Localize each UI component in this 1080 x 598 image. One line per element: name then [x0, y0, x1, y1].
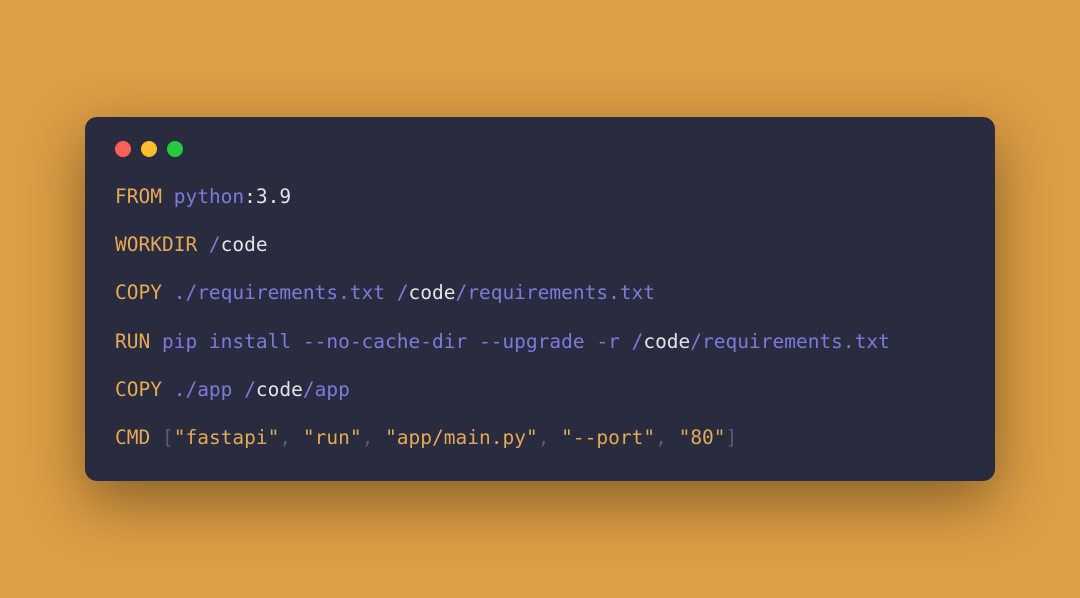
- code-token: code: [221, 233, 268, 256]
- code-token: FROM: [115, 185, 162, 208]
- code-token: 3.9: [256, 185, 291, 208]
- code-token: ]: [726, 426, 738, 449]
- code-token: [: [150, 426, 173, 449]
- code-token: WORKDIR: [115, 233, 197, 256]
- code-token: "run": [303, 426, 362, 449]
- code-token: "app/main.py": [385, 426, 538, 449]
- code-token: CMD: [115, 426, 150, 449]
- close-icon[interactable]: [115, 141, 131, 157]
- code-token: /app: [303, 378, 350, 401]
- code-token: /requirements.txt: [455, 281, 655, 304]
- code-token: ,: [655, 426, 678, 449]
- code-token: "80": [679, 426, 726, 449]
- code-token: [162, 185, 174, 208]
- code-token: RUN: [115, 330, 150, 353]
- code-token: "fastapi": [174, 426, 280, 449]
- code-token: COPY: [115, 281, 162, 304]
- code-line: WORKDIR /code: [115, 231, 965, 258]
- code-line: RUN pip install --no-cache-dir --upgrade…: [115, 328, 965, 355]
- code-token: ./app /: [162, 378, 256, 401]
- code-line: COPY ./app /code/app: [115, 376, 965, 403]
- terminal-window: FROM python:3.9WORKDIR /codeCOPY ./requi…: [85, 117, 995, 482]
- code-token: ,: [538, 426, 561, 449]
- code-token: COPY: [115, 378, 162, 401]
- code-token: pip install --no-cache-dir --upgrade -r …: [150, 330, 643, 353]
- minimize-icon[interactable]: [141, 141, 157, 157]
- code-token: ,: [362, 426, 385, 449]
- code-line: COPY ./requirements.txt /code/requiremen…: [115, 279, 965, 306]
- code-token: code: [643, 330, 690, 353]
- code-content: FROM python:3.9WORKDIR /codeCOPY ./requi…: [115, 183, 965, 452]
- code-token: /requirements.txt: [690, 330, 890, 353]
- code-token: python: [174, 185, 244, 208]
- code-token: code: [409, 281, 456, 304]
- code-token: /: [197, 233, 220, 256]
- code-token: "--port": [561, 426, 655, 449]
- maximize-icon[interactable]: [167, 141, 183, 157]
- code-token: ./requirements.txt /: [162, 281, 409, 304]
- code-token: :: [244, 185, 256, 208]
- code-line: CMD ["fastapi", "run", "app/main.py", "-…: [115, 424, 965, 451]
- code-token: code: [256, 378, 303, 401]
- window-titlebar: [115, 141, 965, 157]
- code-token: ,: [279, 426, 302, 449]
- code-line: FROM python:3.9: [115, 183, 965, 210]
